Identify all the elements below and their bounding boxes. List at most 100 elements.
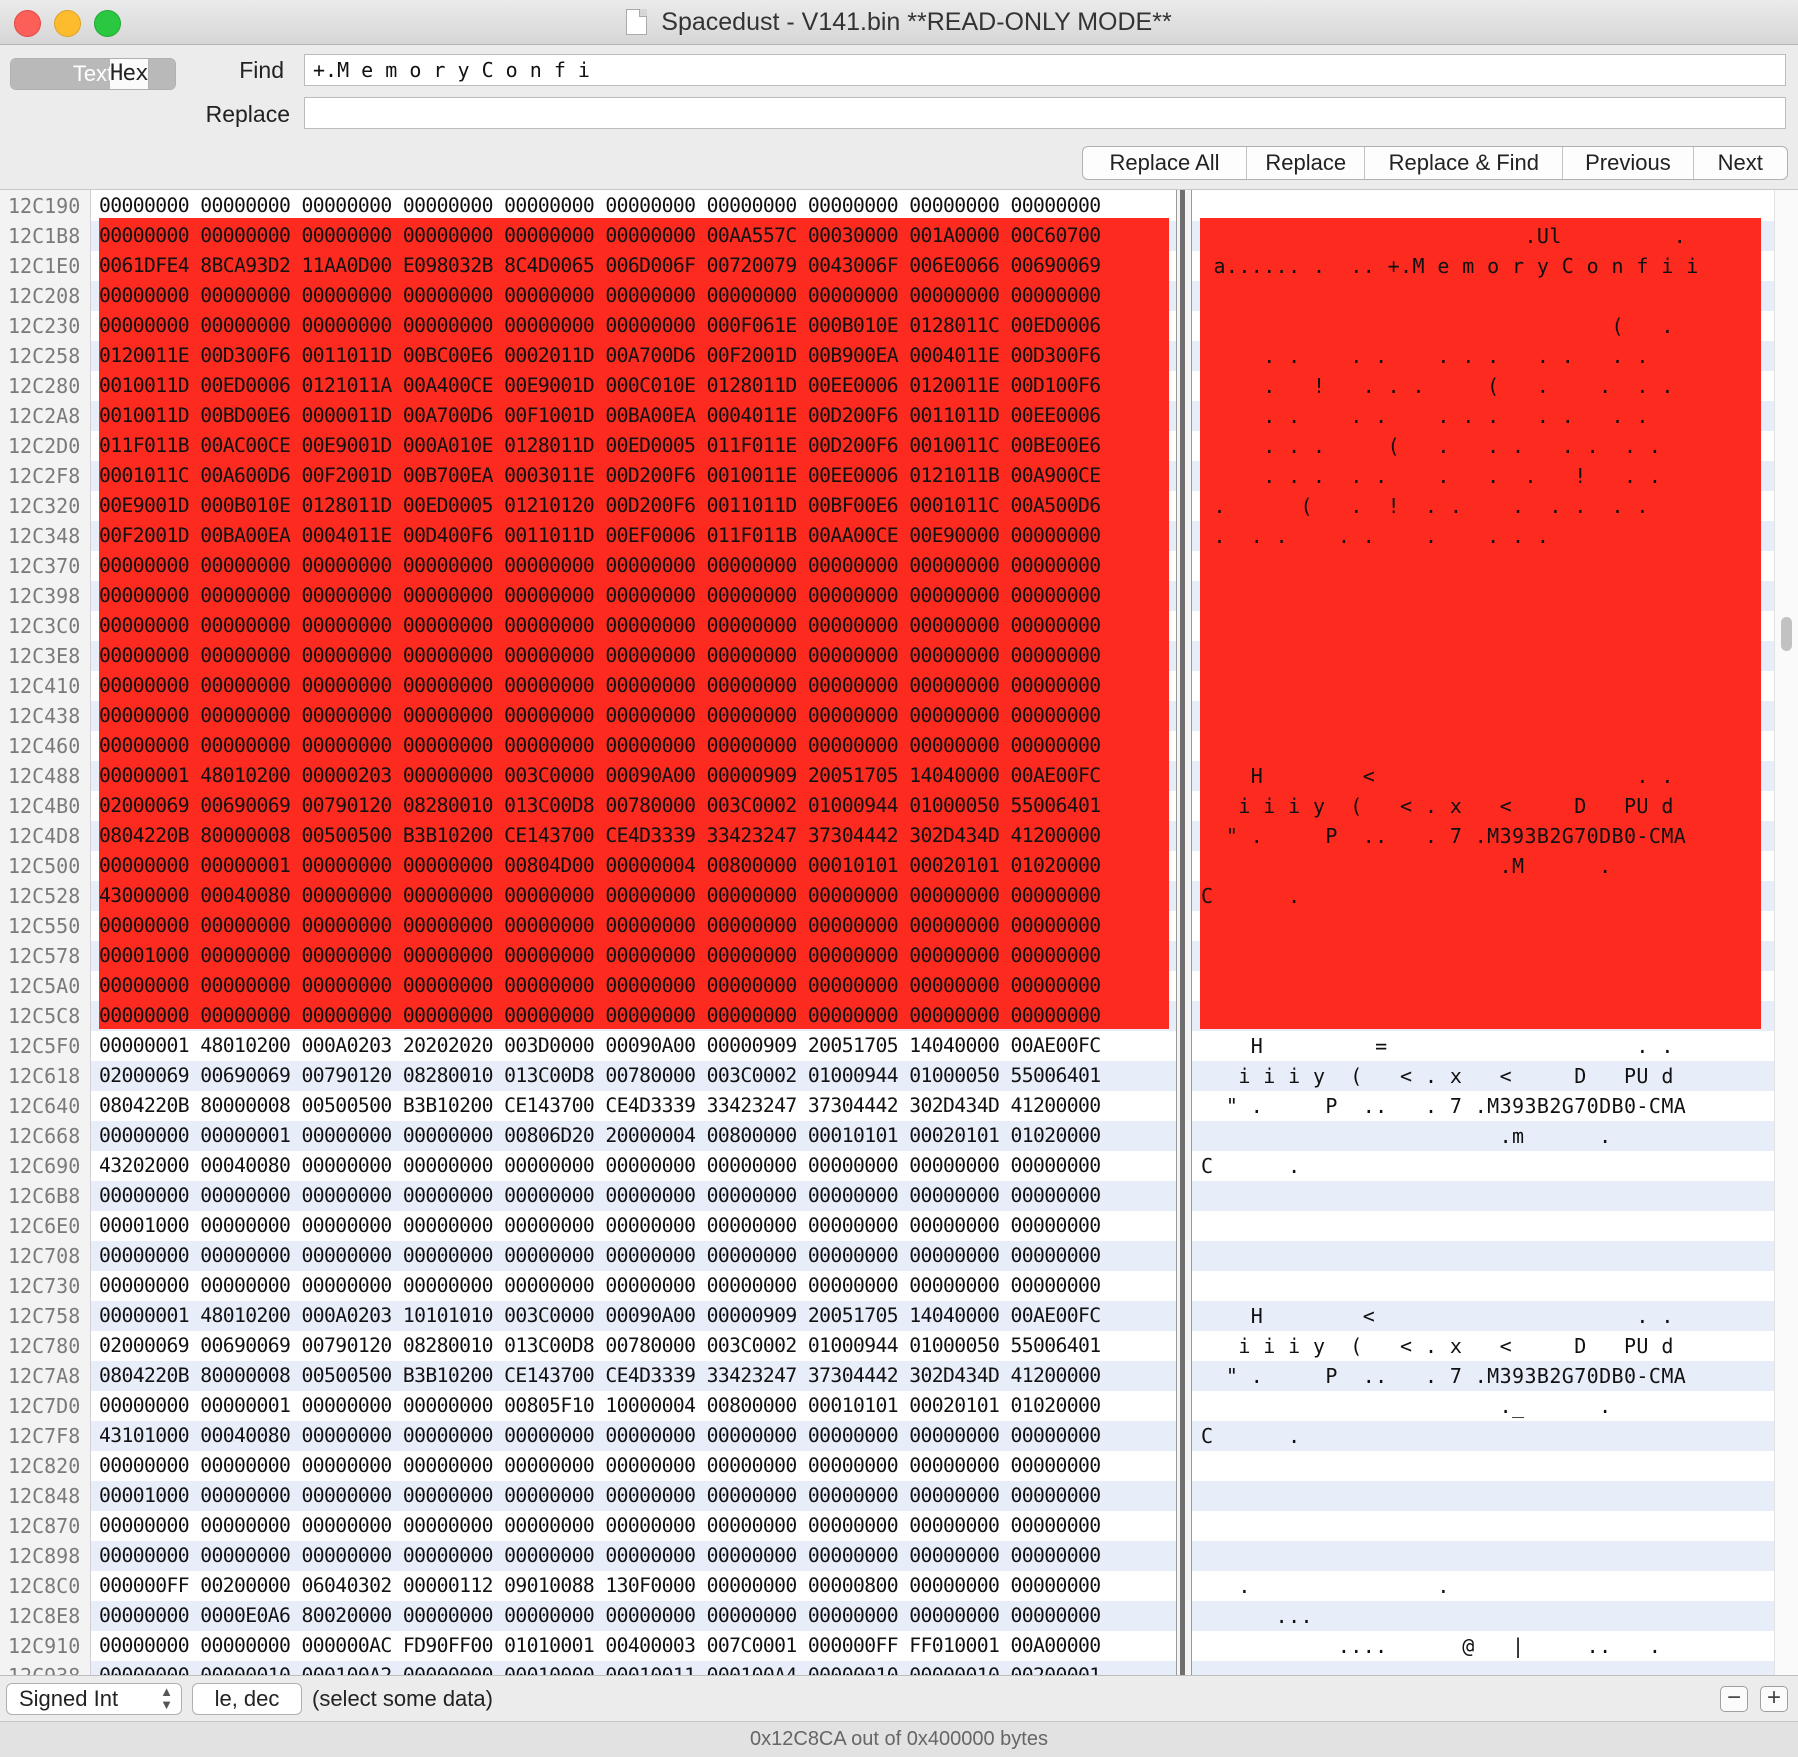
next-button[interactable]: Next [1694,147,1787,179]
hex-row[interactable]: 12C7F8 43101000 00040080 00000000 0000000… [0,1421,1774,1451]
hex-row[interactable]: 12C820 00000000 00000000 00000000 0000000… [0,1451,1774,1481]
row-hex-bytes[interactable]: 00000000 00000010 000100A2 00000000 0001… [99,1661,1101,1675]
hex-row[interactable]: 12C190 00000000 00000000 00000000 0000000… [0,191,1774,221]
hex-mode-button[interactable]: Hex [110,59,149,89]
hex-row[interactable]: 12C7D0 00000000 00000001 00000000 0000000… [0,1391,1774,1421]
row-hex-bytes[interactable]: 00E9001D 000B010E 0128011D 00ED0005 0121… [99,491,1101,521]
replace-all-button[interactable]: Replace All [1083,147,1248,179]
row-hex-bytes[interactable]: 011F011B 00AC00CE 00E9001D 000A010E 0128… [99,431,1101,461]
hex-editor-area[interactable]: 12C190 00000000 00000000 00000000 0000000… [0,189,1798,1675]
row-hex-bytes[interactable]: 0010011D 00BD00E6 0000011D 00A700D6 00F1… [99,401,1101,431]
hex-row[interactable]: 12C410 00000000 00000000 00000000 0000000… [0,671,1774,701]
row-text[interactable]: i i i y ( < . x < D PU d [1201,1331,1761,1361]
row-text[interactable]: . . . ( . . . . . . . [1201,431,1761,461]
row-hex-bytes[interactable]: 00000000 00000000 00000000 00000000 0000… [99,1241,1101,1271]
hex-row[interactable]: 12C2F8 0001011C 00A600D6 00F2001D 00B700E… [0,461,1774,491]
hex-row[interactable]: 12C6B8 00000000 00000000 00000000 0000000… [0,1181,1774,1211]
row-hex-bytes[interactable]: 00000000 00000000 00000000 00000000 0000… [99,671,1101,701]
hex-row[interactable]: 12C488 00000001 48010200 00000203 0000000… [0,761,1774,791]
hex-row[interactable]: 12C7A8 0804220B 80000008 00500500 B3B1020… [0,1361,1774,1391]
row-text[interactable]: " . P .. . 7 .M393B2G70DB0-CMA [1201,821,1761,851]
row-text[interactable]: H < . . [1201,1301,1761,1331]
hex-row[interactable]: 12C668 00000000 00000001 00000000 0000000… [0,1121,1774,1151]
row-hex-bytes[interactable]: 00000000 00000000 00000000 00000000 0000… [99,1451,1101,1481]
replace-and-find-button[interactable]: Replace & Find [1365,147,1564,179]
row-text[interactable]: .... @ | .. . [1201,1631,1761,1661]
hex-row[interactable]: 12C5C8 00000000 00000000 00000000 0000000… [0,1001,1774,1031]
row-text[interactable]: ._ . [1201,1391,1761,1421]
hex-row[interactable]: 12C690 43202000 00040080 00000000 0000000… [0,1151,1774,1181]
row-text[interactable]: " . P .. . 7 .M393B2G70DB0-CMA [1201,1361,1761,1391]
hex-row[interactable]: 12C5F0 00000001 48010200 000A0203 2020202… [0,1031,1774,1061]
row-text[interactable]: " . P .. . 7 .M393B2G70DB0-CMA [1201,1091,1761,1121]
row-text[interactable]: ... [1201,1601,1761,1631]
row-hex-bytes[interactable]: 00000000 00000000 00000000 00000000 0000… [99,971,1101,1001]
row-hex-bytes[interactable]: 00000000 00000000 00000000 00000000 0000… [99,311,1101,341]
hex-row[interactable]: 12C230 00000000 00000000 00000000 0000000… [0,311,1774,341]
hex-row[interactable]: 12C460 00000000 00000000 00000000 0000000… [0,731,1774,761]
row-hex-bytes[interactable]: 00000000 00000000 00000000 00000000 0000… [99,731,1101,761]
row-text[interactable]: .m . [1201,1121,1761,1151]
row-hex-bytes[interactable]: 0120011E 00D300F6 0011011D 00BC00E6 0002… [99,341,1101,371]
hex-row[interactable]: 12C528 43000000 00040080 00000000 0000000… [0,881,1774,911]
row-text[interactable]: i i i y ( < . x < D PU d [1201,1061,1761,1091]
row-hex-bytes[interactable]: 00000000 00000001 00000000 00000000 0080… [99,851,1101,881]
text-mode-button[interactable]: Text [11,59,175,89]
row-hex-bytes[interactable]: 00000000 00000001 00000000 00000000 0080… [99,1391,1101,1421]
hex-row[interactable]: 12C870 00000000 00000000 00000000 0000000… [0,1511,1774,1541]
row-hex-bytes[interactable]: 00000000 00000000 00000000 00000000 0000… [99,911,1101,941]
row-hex-bytes[interactable]: 00001000 00000000 00000000 00000000 0000… [99,1211,1101,1241]
hex-row[interactable]: 12C1B8 00000000 00000000 00000000 0000000… [0,221,1774,251]
row-hex-bytes[interactable]: 000000FF 00200000 06040302 00000112 0901… [99,1571,1101,1601]
row-text[interactable]: a...... . .. +.M e m o r y C o n f i i [1201,251,1761,281]
hex-row[interactable]: 12C500 00000000 00000001 00000000 0000000… [0,851,1774,881]
row-text[interactable]: . . . . . . . . ! . . [1201,461,1761,491]
row-hex-bytes[interactable]: 02000069 00690069 00790120 08280010 013C… [99,791,1101,821]
row-hex-bytes[interactable]: 00000000 00000000 00000000 00000000 0000… [99,191,1101,221]
hex-row[interactable]: 12C550 00000000 00000000 00000000 0000000… [0,911,1774,941]
hex-row[interactable]: 12C5A0 00000000 00000000 00000000 0000000… [0,971,1774,1001]
hex-row[interactable]: 12C2D0 011F011B 00AC00CE 00E9001D 000A010… [0,431,1774,461]
row-hex-bytes[interactable]: 00000000 00000000 00000000 00000000 0000… [99,1001,1101,1031]
hex-row[interactable]: 12C438 00000000 00000000 00000000 0000000… [0,701,1774,731]
hex-row[interactable]: 12C758 00000001 48010200 000A0203 1010101… [0,1301,1774,1331]
row-hex-bytes[interactable]: 00000000 00000000 00000000 00000000 0000… [99,701,1101,731]
endian-format-button[interactable]: le, dec [192,1683,302,1715]
scrollbar-thumb[interactable] [1781,617,1792,651]
row-hex-bytes[interactable]: 00000000 0000E0A6 80020000 00000000 0000… [99,1601,1101,1631]
row-hex-bytes[interactable]: 00000000 00000000 00000000 00000000 0000… [99,611,1101,641]
row-hex-bytes[interactable]: 0804220B 80000008 00500500 B3B10200 CE14… [99,821,1101,851]
row-text[interactable]: . ( . ! . . . . . . . [1201,491,1761,521]
row-text[interactable]: H < . . [1201,761,1761,791]
row-hex-bytes[interactable]: 0001011C 00A600D6 00F2001D 00B700EA 0003… [99,461,1101,491]
row-hex-bytes[interactable]: 02000069 00690069 00790120 08280010 013C… [99,1061,1101,1091]
hex-row[interactable]: 12C258 0120011E 00D300F6 0011011D 00BC00E… [0,341,1774,371]
row-hex-bytes[interactable]: 00000000 00000000 00000000 00000000 0000… [99,1511,1101,1541]
row-text[interactable]: . . . . . . . . . . . [1201,401,1761,431]
hex-row[interactable]: 12C370 00000000 00000000 00000000 0000000… [0,551,1774,581]
hex-row[interactable]: 12C6E0 00001000 00000000 00000000 0000000… [0,1211,1774,1241]
hex-row[interactable]: 12C730 00000000 00000000 00000000 0000000… [0,1271,1774,1301]
row-hex-bytes[interactable]: 00001000 00000000 00000000 00000000 0000… [99,1481,1101,1511]
hex-row[interactable]: 12C8E8 00000000 0000E0A6 80020000 0000000… [0,1601,1774,1631]
hex-row[interactable]: 12C320 00E9001D 000B010E 0128011D 00ED000… [0,491,1774,521]
row-hex-bytes[interactable]: 00000000 00000000 00000000 00000000 0000… [99,1271,1101,1301]
row-hex-bytes[interactable]: 02000069 00690069 00790120 08280010 013C… [99,1331,1101,1361]
row-text[interactable]: ( . [1201,311,1761,341]
hex-row[interactable]: 12C208 00000000 00000000 00000000 0000000… [0,281,1774,311]
row-text[interactable]: . . . . . . . . . . . [1201,341,1761,371]
row-text[interactable]: . ! . . . ( . . . . [1201,371,1761,401]
hex-row[interactable]: 12C938 00000000 00000010 000100A2 0000000… [0,1661,1774,1675]
row-hex-bytes[interactable]: 00000000 00000000 00000000 00000000 0000… [99,551,1101,581]
row-hex-bytes[interactable]: 00000000 00000001 00000000 00000000 0080… [99,1121,1101,1151]
data-type-popup[interactable]: Signed Int ▲ ▼ [6,1683,182,1715]
hex-row[interactable]: 12C640 0804220B 80000008 00500500 B3B1020… [0,1091,1774,1121]
row-hex-bytes[interactable]: 00000000 00000000 00000000 00000000 0000… [99,1181,1101,1211]
row-text[interactable]: C . [1201,1151,1761,1181]
hex-row[interactable]: 12C398 00000000 00000000 00000000 0000000… [0,581,1774,611]
find-input[interactable]: +.M e m o r y C o n f i [304,54,1786,86]
replace-input[interactable] [304,97,1786,129]
hex-row[interactable]: 12C898 00000000 00000000 00000000 0000000… [0,1541,1774,1571]
hex-row[interactable]: 12C618 02000069 00690069 00790120 0828001… [0,1061,1774,1091]
pane-divider[interactable] [1176,190,1192,1675]
